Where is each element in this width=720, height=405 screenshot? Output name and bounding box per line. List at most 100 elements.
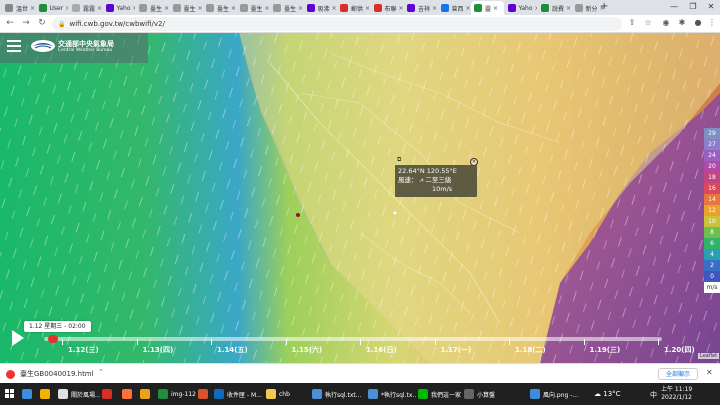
timeline-day-label[interactable]: 1.12(三) xyxy=(68,345,99,355)
weather-temperature[interactable]: ☁ 13°C xyxy=(594,390,621,398)
legend-level: 6 xyxy=(704,238,720,249)
tab-label: Yaho xyxy=(116,4,131,12)
legend-level: 27 xyxy=(704,139,720,150)
taskbar-app[interactable]: 執行sql.txt... xyxy=(312,386,364,402)
timeline-day-label[interactable]: 1.19(三) xyxy=(590,345,621,355)
taskbar-app-label: chb xyxy=(279,390,290,398)
taskbar-app[interactable]: 關於風場... xyxy=(58,386,100,402)
tab-close-icon[interactable]: × xyxy=(231,5,235,12)
timeline-day-label[interactable]: 1.15(六) xyxy=(292,345,323,355)
tab-favicon-icon xyxy=(172,4,181,12)
taskbar-app[interactable] xyxy=(102,386,118,402)
browser-tab[interactable]: 郵供 × xyxy=(337,1,370,15)
tab-close-icon[interactable]: × xyxy=(298,5,302,12)
tab-close-icon[interactable]: × xyxy=(399,5,403,12)
browser-tab[interactable]: User × xyxy=(36,1,68,15)
tab-close-icon[interactable]: × xyxy=(265,5,269,12)
browser-tab[interactable]: 臺生 × xyxy=(270,1,303,15)
wind-map[interactable]: 交通部中央氣象局 Central Weather Bureau ⧉ ✕ 22.6… xyxy=(0,33,720,363)
timeline-day-label[interactable]: 1.17(一) xyxy=(441,345,472,355)
timeline-day-label[interactable]: 1.13(四) xyxy=(143,345,174,355)
tab-close-icon[interactable]: × xyxy=(535,5,538,12)
tab-close-icon[interactable]: × xyxy=(198,5,202,12)
browser-tab[interactable]: 霧霧 × xyxy=(69,1,102,15)
tab-close-icon[interactable]: × xyxy=(566,5,570,12)
tab-label: 吉祥 xyxy=(418,5,431,13)
browser-tab[interactable]: Yaho× xyxy=(103,1,136,15)
taskbar-app[interactable]: 小算盤 xyxy=(464,386,508,402)
external-link-icon[interactable]: ⧉ xyxy=(397,156,401,164)
tab-close-icon[interactable]: × xyxy=(133,5,136,12)
tab-close-icon[interactable]: × xyxy=(164,5,168,12)
tab-favicon-icon xyxy=(340,4,348,12)
hamburger-menu-icon[interactable] xyxy=(7,40,21,52)
browser-toolbar: ← → ↻ 🔒 wifi.cwb.gov.tw/cwbwifi/v2/ ⇪ ☆ … xyxy=(0,15,720,33)
taskbar-app[interactable] xyxy=(122,386,138,402)
taskbar-app[interactable] xyxy=(140,386,156,402)
browser-tab[interactable]: 布聯 × xyxy=(371,1,403,15)
timeline-day-label[interactable]: 1.20(四) xyxy=(664,345,695,355)
taskbar-app[interactable] xyxy=(198,386,212,402)
tab-close-icon[interactable]: × xyxy=(466,5,470,12)
tab-close-icon[interactable]: × xyxy=(97,5,101,12)
reload-icon[interactable]: ↻ xyxy=(36,18,48,28)
tab-label: 吸沸 xyxy=(317,5,330,13)
popup-speed: 10m/s xyxy=(432,185,453,193)
timeline-day-label[interactable]: 1.16(日) xyxy=(366,345,397,355)
taskbar-app[interactable]: 風向.png -... xyxy=(530,386,582,402)
taskbar-app[interactable]: img-1120... xyxy=(158,386,196,402)
browser-tab[interactable]: Yaho× xyxy=(505,1,538,15)
profile-avatar-icon[interactable]: ● xyxy=(692,18,704,27)
more-menu-icon[interactable]: ⋮ xyxy=(706,18,718,27)
back-icon[interactable]: ← xyxy=(4,18,16,28)
taskbar-app-icon xyxy=(58,389,68,399)
tab-close-icon[interactable]: × xyxy=(493,5,498,12)
address-bar[interactable]: 🔒 wifi.cwb.gov.tw/cwbwifi/v2/ xyxy=(52,17,622,31)
browser-tab[interactable]: 說費 × xyxy=(538,1,571,15)
puzzle-icon[interactable]: ✱ xyxy=(676,18,688,27)
map-attribution[interactable]: Leaflet xyxy=(698,353,720,359)
browser-tab[interactable]: 吸沸 × xyxy=(304,1,336,15)
browser-tab[interactable]: 臺生 × xyxy=(170,1,202,15)
bookmark-star-icon[interactable]: ☆ xyxy=(642,18,654,27)
chevron-up-icon[interactable]: ⌃ xyxy=(98,368,104,376)
timeline-day-label[interactable]: 1.18(二) xyxy=(515,345,546,355)
share-icon[interactable]: ⇪ xyxy=(626,18,638,27)
browser-tab[interactable]: 臺生 × xyxy=(136,1,169,15)
taskbar-app[interactable]: 收件匣 - M... xyxy=(214,386,264,402)
taskbar-app[interactable] xyxy=(22,386,36,402)
new-tab-button[interactable]: + xyxy=(600,1,608,12)
browser-tab[interactable]: 吉祥 × xyxy=(404,1,437,15)
tab-close-icon[interactable]: × xyxy=(432,5,436,12)
browser-tab[interactable]: 臺生 × xyxy=(203,1,236,15)
forward-icon[interactable]: → xyxy=(20,18,32,28)
timeline-thumb[interactable] xyxy=(48,335,59,343)
browser-tab[interactable]: 臺生 × xyxy=(237,1,269,15)
tab-close-icon[interactable]: × xyxy=(30,5,34,12)
tab-close-icon[interactable]: × xyxy=(365,5,369,12)
tab-close-icon[interactable]: × xyxy=(332,5,336,12)
taskbar-app[interactable]: chb xyxy=(266,386,310,402)
browser-tab[interactable]: 靈 × xyxy=(471,1,504,15)
play-icon[interactable] xyxy=(12,330,24,346)
ime-indicator[interactable]: 中 xyxy=(650,390,657,400)
download-item[interactable]: 臺生GB0040019.html xyxy=(6,367,94,381)
url-text: wifi.cwb.gov.tw/cwbwifi/v2/ xyxy=(69,20,165,28)
system-clock[interactable]: 上午 11:19 2022/1/12 xyxy=(661,386,692,402)
minimize-icon[interactable]: — xyxy=(665,2,683,11)
close-download-bar-icon[interactable]: ✕ xyxy=(706,368,713,377)
maximize-icon[interactable]: ❐ xyxy=(684,2,702,11)
legend-level: 8 xyxy=(704,227,720,238)
taskbar-app[interactable]: 我們這一家 xyxy=(418,386,462,402)
tab-close-icon[interactable]: × xyxy=(65,5,68,12)
close-window-icon[interactable]: ✕ xyxy=(702,2,720,11)
windows-start-icon[interactable] xyxy=(5,389,15,399)
show-all-downloads-button[interactable]: 全部顯示 xyxy=(658,368,699,380)
browser-tab[interactable]: 曾西 × xyxy=(438,1,470,15)
extension-icon[interactable]: ◉ xyxy=(660,18,672,27)
browser-tab[interactable]: 溫世 × xyxy=(2,1,35,15)
taskbar-app-icon xyxy=(198,389,208,399)
taskbar-app[interactable]: *執行sql.tx... xyxy=(368,386,416,402)
taskbar-app[interactable] xyxy=(40,386,54,402)
timeline-day-label[interactable]: 1.14(五) xyxy=(217,345,248,355)
